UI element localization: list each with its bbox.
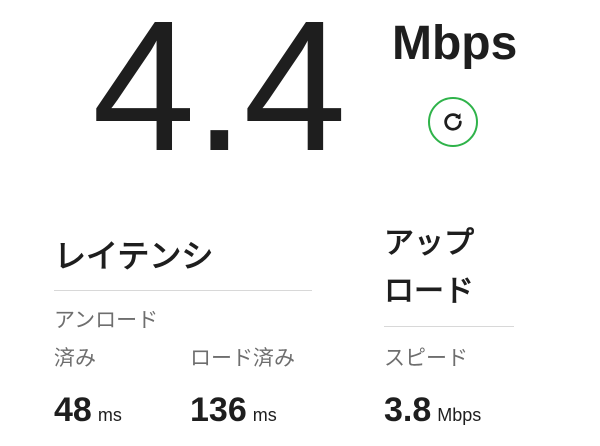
unloaded-latency-metric: 48 ms (54, 390, 122, 435)
unloaded-latency-unit: ms (97, 405, 122, 425)
upload-title-line-1: アップ (384, 226, 474, 261)
unloaded-latency-label: アンロード (54, 308, 159, 332)
upload-divider (384, 326, 514, 327)
loaded-latency-value: 136 (190, 391, 247, 429)
loaded-latency-label: ロード済み (190, 346, 295, 370)
upload-title-line-2: ロード (384, 274, 474, 309)
latency-title: レイテンシ (54, 237, 214, 275)
loaded-latency-metric: 136 ms (190, 390, 277, 435)
download-speed-unit: Mbps (392, 17, 518, 70)
unloaded-latency-sub-label: 済み (54, 346, 96, 370)
download-speed-value: 4.4 (92, 0, 347, 190)
latency-divider (54, 290, 312, 291)
upload-speed-value: 3.8 (384, 391, 432, 429)
refresh-icon (442, 111, 464, 133)
unloaded-latency-value: 48 (54, 391, 92, 429)
loaded-latency-unit: ms (252, 405, 277, 425)
upload-speed-metric: 3.8 Mbps (384, 390, 481, 435)
restart-test-button[interactable] (428, 97, 478, 147)
upload-speed-unit: Mbps (437, 405, 482, 425)
upload-speed-label: スピード (384, 346, 468, 370)
